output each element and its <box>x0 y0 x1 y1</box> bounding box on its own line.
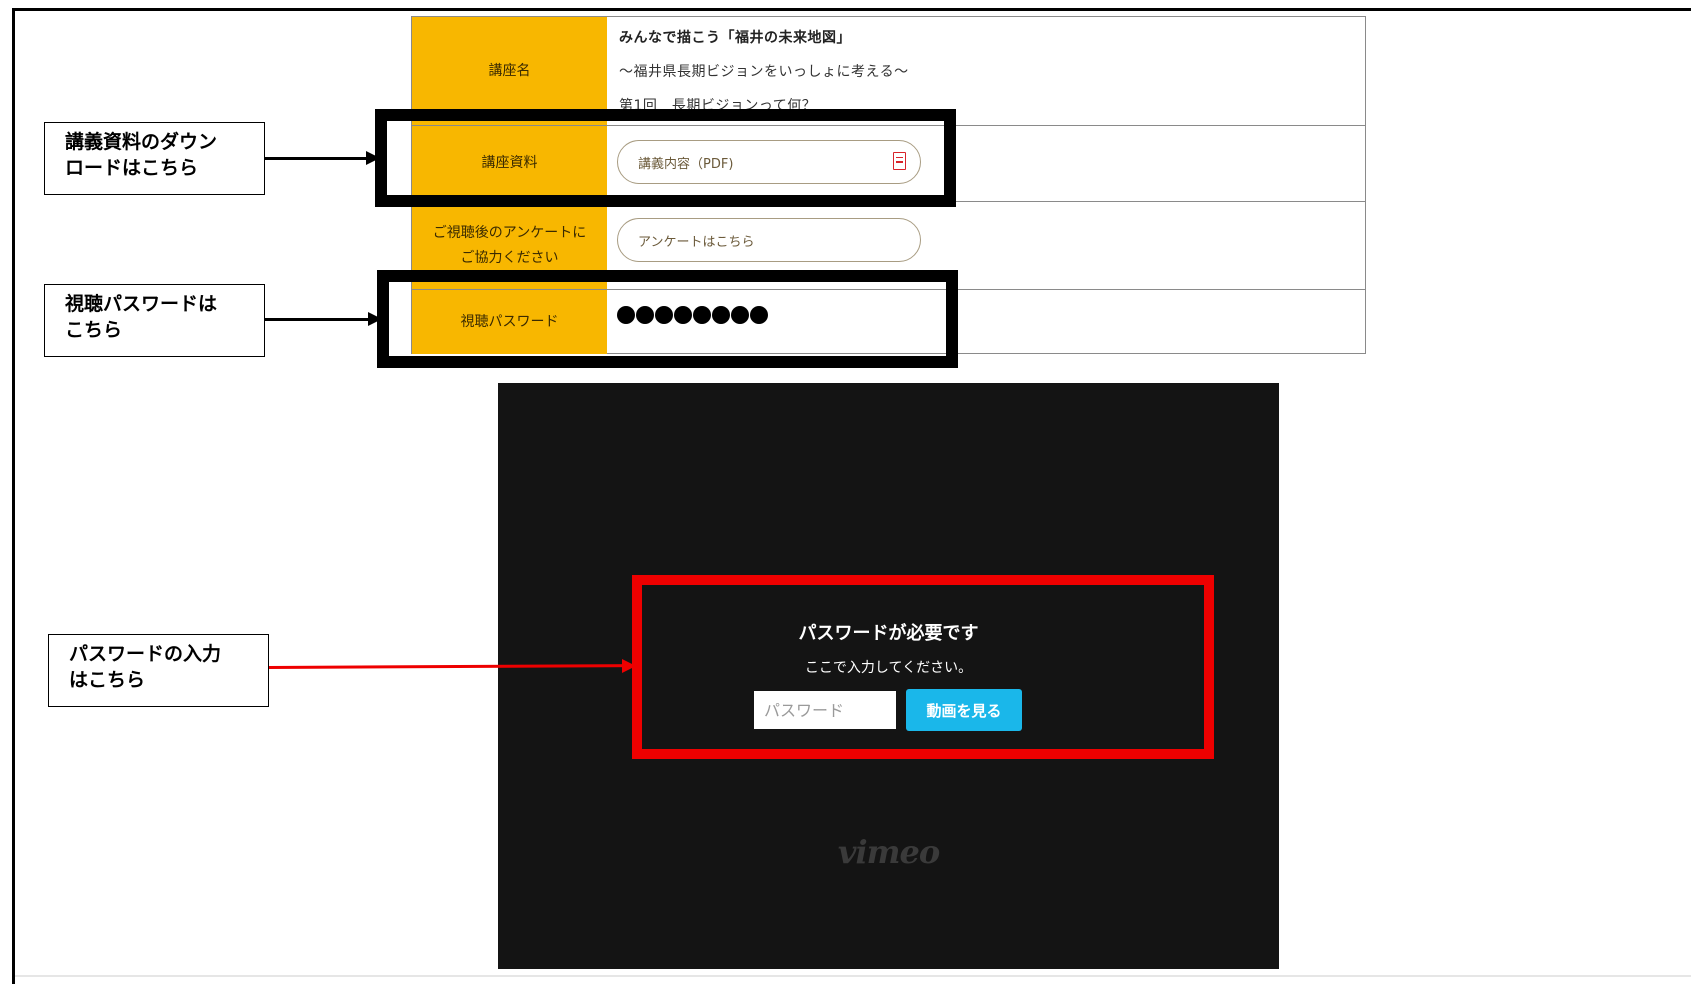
callout-password: 視聴パスワードは こちら <box>44 284 265 357</box>
course-title: みんなで描こう「福井の未来地図」 <box>619 30 851 46</box>
callout-password-line1: 視聴パスワードは <box>65 293 218 315</box>
arrow-password-head <box>368 312 382 326</box>
course-subtitle: ～福井県長期ビジョンをいっしょに考える～ <box>619 64 909 80</box>
survey-label-line1: ご視聴後のアンケートに <box>432 225 587 241</box>
highlight-password-input-box <box>632 575 1214 759</box>
callout-download-line2: ロードはこちら <box>65 157 199 179</box>
survey-label-line2: ご協力ください <box>460 249 559 266</box>
bottom-divider <box>15 975 1691 977</box>
callout-password-input: パスワードの入力 はこちら <box>48 634 269 707</box>
callout-download-line1: 講義資料のダウン <box>65 131 218 153</box>
arrow-password <box>265 318 377 321</box>
vimeo-logo: vimeo <box>837 833 940 871</box>
survey-link[interactable]: アンケートはこちら <box>617 218 921 262</box>
course-name-label: 講座名 <box>488 62 531 79</box>
callout-password-line2: こちら <box>65 319 123 341</box>
callout-password-input-line2: はこちら <box>69 669 146 691</box>
highlight-material-box <box>375 109 956 207</box>
arrow-password-input-head <box>622 659 636 673</box>
highlight-password-box <box>377 270 958 368</box>
arrow-download-head <box>366 151 380 165</box>
survey-link-label: アンケートはこちら <box>638 234 755 250</box>
arrow-download <box>265 157 375 160</box>
callout-download: 講義資料のダウン ロードはこちら <box>44 122 265 195</box>
callout-password-input-line1: パスワードの入力 <box>69 643 222 665</box>
